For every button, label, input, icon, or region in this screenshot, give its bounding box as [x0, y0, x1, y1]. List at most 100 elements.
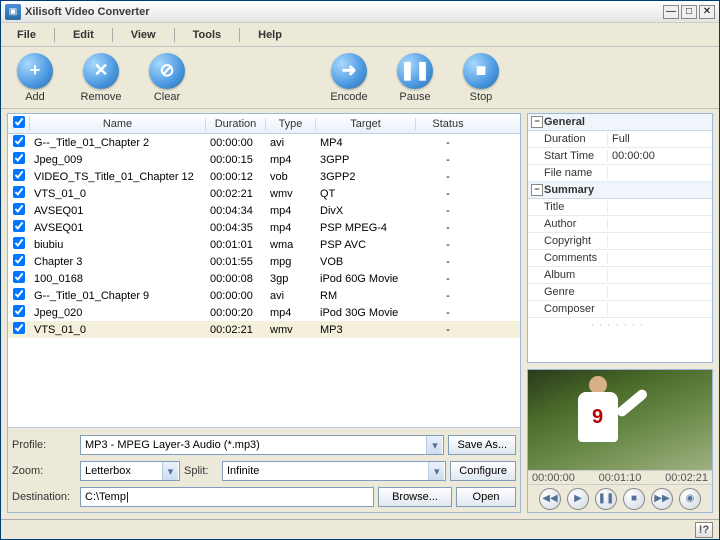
window-title: Xilisoft Video Converter — [25, 6, 663, 18]
row-checkbox[interactable] — [8, 203, 30, 218]
clear-button[interactable]: ⊘Clear — [143, 53, 191, 103]
help-button[interactable]: !? — [695, 522, 713, 538]
menu-tools[interactable]: Tools — [185, 27, 230, 43]
cell-status: - — [416, 154, 480, 166]
profile-select[interactable]: MP3 - MPEG Layer-3 Audio (*.mp3)▾ — [80, 435, 444, 455]
header-duration[interactable]: Duration — [206, 118, 266, 130]
table-row[interactable]: AVSEQ0100:04:35mp4PSP MPEG-4- — [8, 219, 520, 236]
header-checkbox[interactable] — [8, 116, 30, 131]
header-target[interactable]: Target — [316, 118, 416, 130]
snapshot-button[interactable]: ◉ — [679, 488, 701, 510]
app-window: ▣ Xilisoft Video Converter — □ ✕ File Ed… — [0, 0, 720, 540]
section-general[interactable]: General — [528, 114, 712, 131]
table-row[interactable]: G--_Title_01_Chapter 900:00:00aviRM- — [8, 287, 520, 304]
prop-title[interactable]: Title — [528, 199, 712, 216]
header-status[interactable]: Status — [416, 118, 480, 130]
cell-status: - — [416, 222, 480, 234]
destination-input[interactable]: C:\Temp| — [80, 487, 374, 507]
prev-button[interactable]: ◀◀ — [539, 488, 561, 510]
cell-duration: 00:04:35 — [206, 222, 266, 234]
pause-button[interactable]: ❚❚Pause — [391, 53, 439, 103]
row-checkbox[interactable] — [8, 271, 30, 286]
cell-name: Jpeg_020 — [30, 307, 206, 319]
preview-image — [528, 370, 712, 470]
play-button[interactable]: ▶ — [567, 488, 589, 510]
preview-panel: 00:00:00 00:01:10 00:02:21 ◀◀ ▶ ❚❚ ■ ▶▶ … — [527, 369, 713, 513]
cell-duration: 00:04:34 — [206, 205, 266, 217]
browse-button[interactable]: Browse... — [378, 487, 452, 507]
cell-type: 3gp — [266, 273, 316, 285]
close-button[interactable]: ✕ — [699, 5, 715, 19]
table-row[interactable]: biubiu00:01:01wmaPSP AVC- — [8, 236, 520, 253]
row-checkbox[interactable] — [8, 322, 30, 337]
header-type[interactable]: Type — [266, 118, 316, 130]
encode-button[interactable]: ➜Encode — [325, 53, 373, 103]
stop-button[interactable]: ■Stop — [457, 53, 505, 103]
properties-panel[interactable]: General DurationFull Start Time00:00:00 … — [527, 113, 713, 363]
time-end: 00:02:21 — [665, 472, 708, 484]
cell-name: biubiu — [30, 239, 206, 251]
stop-play-button[interactable]: ■ — [623, 488, 645, 510]
add-button[interactable]: +Add — [11, 53, 59, 103]
header-name[interactable]: Name — [30, 118, 206, 130]
prop-author[interactable]: Author — [528, 216, 712, 233]
row-checkbox[interactable] — [8, 305, 30, 320]
table-row[interactable]: VIDEO_TS_Title_01_Chapter 1200:00:12vob3… — [8, 168, 520, 185]
table-row[interactable]: VTS_01_000:02:21wmvQT- — [8, 185, 520, 202]
table-body[interactable]: G--_Title_01_Chapter 200:00:00aviMP4-Jpe… — [8, 134, 520, 427]
split-select[interactable]: Infinite▾ — [222, 461, 446, 481]
menu-file[interactable]: File — [9, 27, 44, 43]
prop-filename[interactable]: File name — [528, 165, 712, 182]
chevron-down-icon: ▾ — [428, 462, 444, 480]
next-button[interactable]: ▶▶ — [651, 488, 673, 510]
table-row[interactable]: 100_016800:00:083gpiPod 60G Movie- — [8, 270, 520, 287]
cell-status: - — [416, 205, 480, 217]
row-checkbox[interactable] — [8, 254, 30, 269]
row-checkbox[interactable] — [8, 135, 30, 150]
row-checkbox[interactable] — [8, 237, 30, 252]
open-button[interactable]: Open — [456, 487, 516, 507]
row-checkbox[interactable] — [8, 186, 30, 201]
cell-target: PSP MPEG-4 — [316, 222, 416, 234]
playpause-button[interactable]: ❚❚ — [595, 488, 617, 510]
table-row[interactable]: AVSEQ0100:04:34mp4DivX- — [8, 202, 520, 219]
cell-status: - — [416, 171, 480, 183]
prop-composer[interactable]: Composer — [528, 301, 712, 318]
prop-copyright[interactable]: Copyright — [528, 233, 712, 250]
table-row[interactable]: G--_Title_01_Chapter 200:00:00aviMP4- — [8, 134, 520, 151]
table-row[interactable]: VTS_01_000:02:21wmvMP3- — [8, 321, 520, 338]
zoom-select[interactable]: Letterbox▾ — [80, 461, 180, 481]
menu-edit[interactable]: Edit — [65, 27, 102, 43]
timeline[interactable]: 00:00:00 00:01:10 00:02:21 — [528, 470, 712, 484]
cell-target: 3GPP — [316, 154, 416, 166]
saveas-button[interactable]: Save As... — [448, 435, 516, 455]
remove-button[interactable]: ✕Remove — [77, 53, 125, 103]
cell-duration: 00:00:12 — [206, 171, 266, 183]
prop-comments[interactable]: Comments — [528, 250, 712, 267]
menu-help[interactable]: Help — [250, 27, 290, 43]
prop-duration[interactable]: DurationFull — [528, 131, 712, 148]
table-row[interactable]: Jpeg_00900:00:15mp43GPP- — [8, 151, 520, 168]
cell-type: wmv — [266, 188, 316, 200]
table-row[interactable]: Chapter 300:01:55mpgVOB- — [8, 253, 520, 270]
encode-icon: ➜ — [331, 53, 367, 89]
section-summary[interactable]: Summary — [528, 182, 712, 199]
menu-view[interactable]: View — [123, 27, 164, 43]
prop-starttime[interactable]: Start Time00:00:00 — [528, 148, 712, 165]
row-checkbox[interactable] — [8, 152, 30, 167]
pause-icon: ❚❚ — [397, 53, 433, 89]
menubar: File Edit View Tools Help — [1, 23, 719, 47]
prop-genre[interactable]: Genre — [528, 284, 712, 301]
prop-album[interactable]: Album — [528, 267, 712, 284]
table-row[interactable]: Jpeg_02000:00:20mp4iPod 30G Movie- — [8, 304, 520, 321]
row-checkbox[interactable] — [8, 220, 30, 235]
row-checkbox[interactable] — [8, 169, 30, 184]
cell-target: RM — [316, 290, 416, 302]
cell-name: G--_Title_01_Chapter 9 — [30, 290, 206, 302]
minimize-button[interactable]: — — [663, 5, 679, 19]
profile-label: Profile: — [12, 439, 76, 451]
maximize-button[interactable]: □ — [681, 5, 697, 19]
row-checkbox[interactable] — [8, 288, 30, 303]
configure-button[interactable]: Configure — [450, 461, 516, 481]
chevron-down-icon: ▾ — [426, 436, 442, 454]
